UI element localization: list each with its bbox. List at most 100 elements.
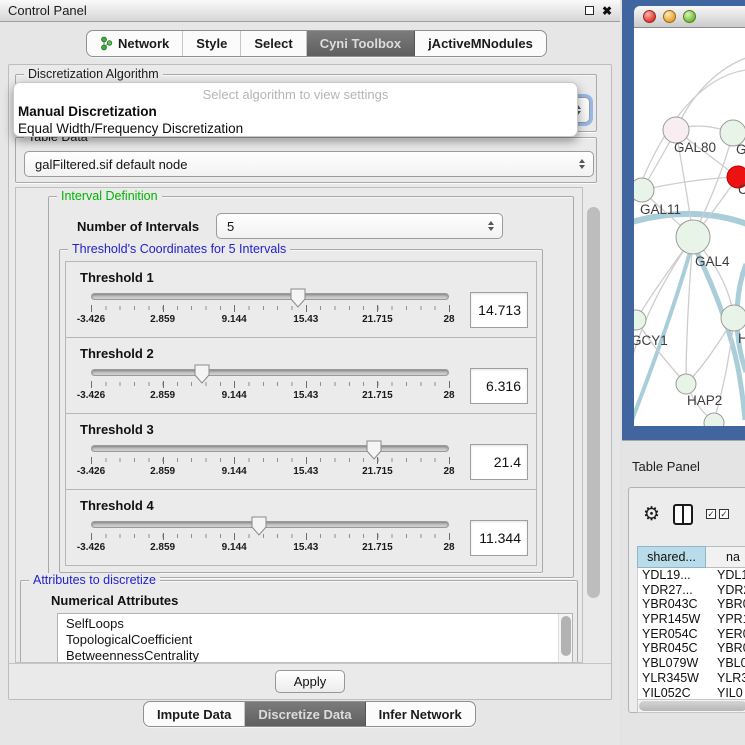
node-h[interactable]: [721, 305, 745, 331]
table-row[interactable]: YIL052CYIL0: [638, 686, 745, 700]
table-row[interactable]: YDR27...YDR2: [638, 583, 745, 598]
cell[interactable]: YER054C: [638, 627, 707, 642]
threshold-1-slider[interactable]: -3.4262.8599.14415.4321.71528: [91, 290, 449, 332]
table-row[interactable]: YBR043CYBR0: [638, 597, 745, 612]
slider-tick-label: 28: [443, 390, 454, 401]
slider-tick-label: 28: [443, 542, 454, 553]
threshold-4-slider[interactable]: -3.4262.8599.14415.4321.71528: [91, 518, 449, 560]
popup-option-equal-width[interactable]: Equal Width/Frequency Discretization: [14, 120, 577, 137]
node-gcy1[interactable]: [634, 310, 646, 330]
cyni-bottom-tabbar: Impute Data Discretize Data Infer Networ…: [143, 701, 476, 727]
checkbox-icon[interactable]: ✓: [706, 509, 716, 519]
popup-option-manual-discretization[interactable]: Manual Discretization: [14, 103, 577, 120]
cell[interactable]: YBR0: [707, 597, 745, 612]
minimize-traffic-light-icon[interactable]: [663, 10, 676, 23]
table-row[interactable]: YPR145WYPR1: [638, 612, 745, 627]
columns-icon[interactable]: [673, 504, 693, 525]
slider-tick-label: 2.859: [150, 466, 175, 477]
tab-cyni-label: Cyni Toolbox: [320, 36, 401, 51]
tab-infer-network[interactable]: Infer Network: [366, 702, 475, 726]
slider-major-tick: [306, 457, 307, 464]
select-columns-icons[interactable]: ✓ ✓: [706, 509, 729, 519]
table-row[interactable]: YER054CYER0: [638, 627, 745, 642]
cell[interactable]: YLR3: [707, 671, 745, 686]
apply-button[interactable]: Apply: [275, 670, 345, 693]
settings-scrollbar[interactable]: [586, 187, 601, 663]
slider-tick-label: 15.43: [293, 390, 318, 401]
slider-tick-label: 21.715: [362, 390, 393, 401]
column-header-shared[interactable]: shared...: [637, 546, 706, 568]
slider-tick-label: 21.715: [362, 542, 393, 553]
table-hscrollbar-thumb[interactable]: [639, 701, 745, 711]
slider-tick-label: 21.715: [362, 466, 393, 477]
table-row[interactable]: YDL19...YDL1: [638, 568, 745, 583]
threshold-1-value-field[interactable]: 14.713: [470, 292, 528, 328]
tab-style[interactable]: Style: [183, 31, 241, 56]
threshold-3-slider[interactable]: -3.4262.8599.14415.4321.71528: [91, 442, 449, 484]
node-gal11[interactable]: [634, 178, 654, 202]
cell[interactable]: YBL0: [707, 656, 745, 671]
tab-cyni-toolbox[interactable]: Cyni Toolbox: [307, 31, 415, 56]
tab-discretize-data[interactable]: Discretize Data: [245, 702, 365, 726]
slider-thumb[interactable]: [290, 288, 306, 308]
slider-thumb[interactable]: [366, 440, 382, 460]
cell[interactable]: YER0: [707, 627, 745, 642]
table-header-row: shared... na: [637, 546, 745, 568]
cell[interactable]: YBR045C: [638, 641, 707, 656]
tab-impute-data[interactable]: Impute Data: [144, 702, 245, 726]
table-data-combobox[interactable]: galFiltered.sif default node: [24, 151, 594, 177]
threshold-2-slider[interactable]: -3.4262.8599.14415.4321.71528: [91, 366, 449, 408]
slider-thumb[interactable]: [194, 364, 210, 384]
network-canvas[interactable]: GAL80 G C GAL11 GAL4 GCY1 H HAP2: [634, 28, 745, 426]
cell[interactable]: YDR2: [707, 583, 745, 598]
tab-network[interactable]: Network: [87, 31, 183, 56]
threshold-3-value-field[interactable]: 21.4: [470, 444, 528, 480]
number-of-intervals-combobox[interactable]: 5: [216, 213, 503, 239]
cell[interactable]: YBR043C: [638, 597, 707, 612]
cell[interactable]: YBL079W: [638, 656, 707, 671]
tab-jactivemnodules[interactable]: jActiveMNodules: [415, 31, 546, 56]
table-row[interactable]: YBL079WYBL0: [638, 656, 745, 671]
slider-major-tick: [377, 533, 378, 540]
list-scrollbar-thumb[interactable]: [561, 616, 571, 656]
list-scrollbar[interactable]: [558, 614, 572, 663]
list-item[interactable]: TopologicalCoefficient: [58, 632, 572, 648]
slider-tick-label: 2.859: [150, 390, 175, 401]
column-header-name[interactable]: na: [706, 546, 745, 568]
cell[interactable]: YIL052C: [638, 686, 707, 700]
cell[interactable]: YDL19...: [638, 568, 707, 583]
list-item[interactable]: SelfLoops: [58, 616, 572, 632]
table-row[interactable]: YBR045CYBR0: [638, 641, 745, 656]
slider-thumb[interactable]: [251, 516, 267, 536]
list-item[interactable]: BetweennessCentrality: [58, 648, 572, 663]
table-horizontal-scrollbar[interactable]: [637, 699, 745, 713]
settings-scrollbar-thumb[interactable]: [587, 207, 600, 598]
interval-definition-group: Interval Definition Number of Intervals …: [48, 196, 574, 578]
slider-tick-label: 9.144: [222, 542, 247, 553]
cell[interactable]: YBR0: [707, 641, 745, 656]
attributes-group-title: Attributes to discretize: [29, 573, 160, 587]
slider-tick-labels: -3.4262.8599.14415.4321.71528: [91, 466, 449, 480]
float-window-icon[interactable]: [585, 6, 594, 15]
combo-arrows-icon: [488, 221, 494, 231]
numerical-attributes-list[interactable]: SelfLoops TopologicalCoefficient Between…: [57, 613, 573, 663]
cell[interactable]: YLR345W: [638, 671, 707, 686]
control-panel-tabbar: Network Style Select Cyni Toolbox jActiv…: [86, 30, 547, 57]
cell[interactable]: YIL0: [707, 686, 745, 700]
gear-icon[interactable]: ⚙: [643, 505, 660, 524]
cell[interactable]: YPR145W: [638, 612, 707, 627]
cell[interactable]: YPR1: [707, 612, 745, 627]
popup-hint-item[interactable]: Select algorithm to view settings: [14, 86, 577, 103]
cell[interactable]: YDL1: [707, 568, 745, 583]
close-icon[interactable]: ✖: [602, 6, 612, 16]
threshold-2-value-field[interactable]: 6.316: [470, 368, 528, 404]
close-traffic-light-icon[interactable]: [643, 10, 656, 23]
checkbox-icon[interactable]: ✓: [719, 509, 729, 519]
node-hap2[interactable]: [676, 374, 696, 394]
zoom-traffic-light-icon[interactable]: [683, 10, 696, 23]
threshold-4-value-field[interactable]: 11.344: [470, 520, 528, 556]
node-gal4[interactable]: [676, 220, 710, 254]
cell[interactable]: YDR27...: [638, 583, 707, 598]
tab-select[interactable]: Select: [241, 31, 306, 56]
table-row[interactable]: YLR345WYLR3: [638, 671, 745, 686]
